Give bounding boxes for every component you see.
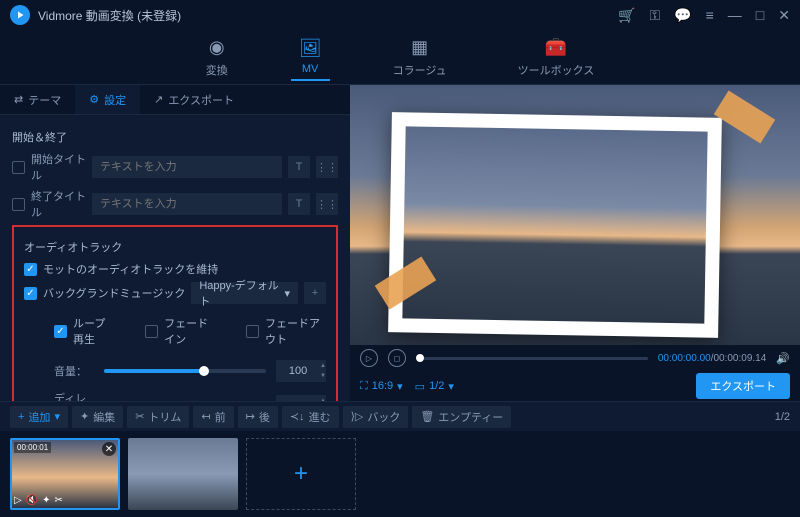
collage-icon: ▦ [411,37,428,58]
thumb-cut-icon[interactable]: ✂ [55,495,63,506]
convert-icon: ◉ [209,37,225,58]
play-button[interactable]: ▷ [360,349,378,367]
aspect-button[interactable]: ⛶16:9▾ [360,380,403,393]
delay-up[interactable]: ▲ [320,396,326,401]
app-logo [10,5,30,25]
tab-mv[interactable]: 🖼MV [291,34,330,81]
photo-frame [388,112,722,338]
chevron-down-icon: ▾ [397,380,403,393]
volume-up[interactable]: ▲ [320,361,326,371]
volume-icon[interactable]: 🔊 [776,352,790,365]
scissors-icon: ✂ [135,410,144,423]
keep-original-checkbox[interactable] [24,263,37,276]
forward-icon: ≺↓ [290,410,305,423]
bgm-checkbox[interactable] [24,287,37,300]
end-title-input[interactable] [92,193,282,215]
thumb-close-icon[interactable]: ✕ [102,442,116,456]
volume-down[interactable]: ▼ [320,371,326,381]
thumbnail-2[interactable] [128,438,238,510]
startend-section-title: 開始＆終了 [12,129,338,145]
after-button[interactable]: ↦後 [238,406,278,428]
wand-icon: ✦ [80,410,89,423]
delay-value[interactable]: 0.0 [276,400,320,401]
page-indicator: 1/2 [775,411,790,423]
bgm-add-button[interactable]: + [304,282,326,304]
before-button[interactable]: ↤前 [193,406,233,428]
bgm-select[interactable]: Happy-デフォルト▾ [191,282,298,304]
back-icon: ⟩▷ [351,410,364,423]
back-button[interactable]: ⟩▷バック [343,406,409,428]
cart-icon[interactable]: 🛒 [618,7,635,24]
export-button[interactable]: エクスポート [696,373,790,399]
thumb-duration: 00:00:01 [14,442,51,453]
tab-toolbox[interactable]: 🧰ツールボックス [510,33,603,82]
fadeout-checkbox[interactable] [246,325,259,338]
add-thumbnail-button[interactable]: + [246,438,356,510]
aspect-icon: ⛶ [360,380,368,393]
tab-convert[interactable]: ◉変換 [198,33,236,82]
start-style-button[interactable]: ⋮⋮ [316,156,338,178]
app-title: Vidmore 動画変換 (未登録) [38,7,181,24]
audio-section-highlight: オーディオトラック モットのオーディオトラックを維持 バックグランドミュージック… [12,225,338,401]
toolbox-icon: 🧰 [545,37,567,58]
loop-checkbox[interactable] [54,325,67,338]
edit-button[interactable]: ✦編集 [72,406,123,428]
subtab-export[interactable]: ↗エクスポート [140,85,248,114]
mv-icon: 🖼 [299,38,322,59]
start-title-checkbox[interactable] [12,161,25,174]
start-title-label: 開始タイトル [31,151,86,183]
forward-button[interactable]: ≺↓進む [282,406,339,428]
volume-slider[interactable] [104,369,266,373]
thumb-play-icon[interactable]: ▷ [14,495,22,506]
gear-icon: ⚙ [89,93,99,106]
bgm-label: バックグランドミュージック [43,285,185,301]
end-title-label: 終了タイトル [31,188,86,220]
after-icon: ↦ [246,410,255,423]
tab-collage[interactable]: ▦コラージュ [385,33,455,82]
end-title-checkbox[interactable] [12,198,25,211]
feedback-icon[interactable]: 💬 [674,7,691,24]
empty-button[interactable]: 🗑エンプティー [412,406,511,428]
time-current: 00:00:00.00 [658,353,711,364]
export-icon: ↗ [154,93,163,106]
trim-button[interactable]: ✂トリム [127,406,189,428]
plus-icon: + [18,411,24,423]
close-icon[interactable]: ✕ [778,7,790,24]
thumb-mute-icon[interactable]: 🔇 [26,495,38,506]
volume-label: 音量： [54,363,94,379]
audio-section-title: オーディオトラック [24,239,326,255]
chevron-down-icon: ▾ [448,380,454,393]
end-font-button[interactable]: T [288,193,310,215]
chevron-down-icon: ▾ [54,410,60,423]
time-total: 00:00:09.14 [713,353,766,364]
end-style-button[interactable]: ⋮⋮ [316,193,338,215]
playback-track[interactable] [416,357,648,360]
start-title-input[interactable] [92,156,282,178]
preview-area [350,85,800,345]
menu-icon[interactable]: ≡ [706,7,714,23]
trash-icon: 🗑 [420,410,434,423]
thumb-wand-icon[interactable]: ✦ [42,495,50,506]
delay-label: ディレイ： [54,390,94,401]
fadein-checkbox[interactable] [145,325,158,338]
start-font-button[interactable]: T [288,156,310,178]
key-icon[interactable]: ⚿ [650,7,661,24]
subtab-settings[interactable]: ⚙設定 [75,85,140,114]
stop-button[interactable]: ◻ [388,349,406,367]
layout-icon: ▭ [415,380,425,393]
minimize-icon[interactable]: — [728,7,742,23]
chevron-down-icon: ▾ [284,287,290,300]
add-button[interactable]: +追加▾ [10,406,68,428]
subtab-theme[interactable]: ⇄テーマ [0,85,75,114]
theme-icon: ⇄ [14,93,23,106]
volume-value[interactable]: 100 [276,365,320,377]
before-icon: ↤ [201,410,210,423]
layout-button[interactable]: ▭1/2▾ [415,380,454,393]
thumbnail-1[interactable]: 00:00:01 ✕ ▷ 🔇 ✦ ✂ [10,438,120,510]
keep-original-label: モットのオーディオトラックを維持 [43,261,218,277]
maximize-icon[interactable]: □ [756,7,764,23]
